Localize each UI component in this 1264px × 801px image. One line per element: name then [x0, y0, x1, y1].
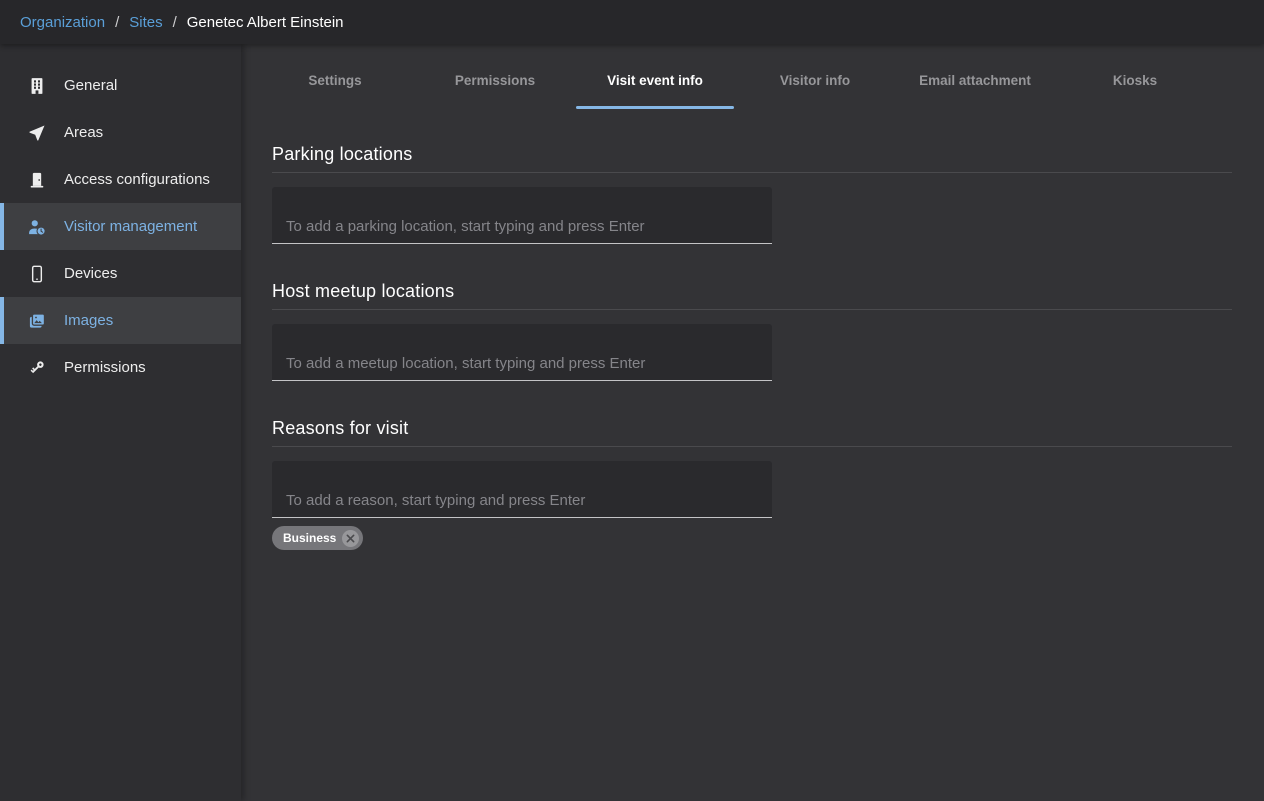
tab-label: Visit event info: [607, 73, 703, 88]
sidebar-item-label: Visitor management: [64, 218, 197, 235]
app-window: Organization / Sites / Genetec Albert Ei…: [0, 0, 1264, 801]
sidebar-item-label: General: [64, 77, 117, 94]
sidebar-item-label: Permissions: [64, 359, 146, 376]
tab-visit-event-info[interactable]: Visit event info: [575, 44, 735, 111]
sidebar-item-permissions[interactable]: Permissions: [0, 344, 241, 391]
chip-label: Business: [283, 531, 336, 545]
sidebar-item-images[interactable]: Images: [0, 297, 241, 344]
tab-permissions[interactable]: Permissions: [415, 44, 575, 111]
tab-label: Visitor info: [780, 73, 850, 88]
section-divider: [272, 172, 1232, 173]
breadcrumb: Organization / Sites / Genetec Albert Ei…: [0, 0, 1264, 44]
parking-location-input[interactable]: [272, 187, 772, 244]
breadcrumb-separator: /: [115, 14, 119, 31]
tab-label: Kiosks: [1113, 73, 1157, 88]
sidebar: General Areas Access configurations Visi…: [0, 44, 241, 801]
sidebar-item-visitor-management[interactable]: Visitor management: [0, 203, 241, 250]
tab-kiosks[interactable]: Kiosks: [1055, 44, 1215, 111]
meetup-location-input[interactable]: [272, 324, 772, 381]
tab-label: Settings: [308, 73, 361, 88]
reason-chip-list: Business: [272, 526, 1232, 550]
breadcrumb-link-organization[interactable]: Organization: [20, 14, 105, 31]
section-host-meetup-locations: Host meetup locations: [272, 281, 1232, 381]
sidebar-item-areas[interactable]: Areas: [0, 109, 241, 156]
section-title: Parking locations: [272, 144, 1232, 165]
breadcrumb-separator: /: [173, 14, 177, 31]
reason-input[interactable]: [272, 461, 772, 518]
tab-bar: Settings Permissions Visit event info Vi…: [241, 44, 1264, 111]
sidebar-item-label: Images: [64, 312, 113, 329]
breadcrumb-current-page: Genetec Albert Einstein: [187, 14, 344, 31]
section-title: Host meetup locations: [272, 281, 1232, 302]
main-content: Settings Permissions Visit event info Vi…: [241, 44, 1264, 801]
sidebar-item-general[interactable]: General: [0, 62, 241, 109]
section-reasons-for-visit: Reasons for visit Business: [272, 418, 1232, 550]
navigation-arrow-icon: [27, 123, 47, 143]
building-icon: [27, 76, 47, 96]
door-icon: [27, 170, 47, 190]
sidebar-item-access-configurations[interactable]: Access configurations: [0, 156, 241, 203]
tab-label: Email attachment: [919, 73, 1031, 88]
tab-panel-visit-event-info: Parking locations Host meetup locations …: [241, 111, 1264, 801]
breadcrumb-link-sites[interactable]: Sites: [129, 14, 162, 31]
close-icon: [346, 534, 355, 543]
sidebar-item-label: Areas: [64, 124, 103, 141]
sidebar-item-label: Access configurations: [64, 171, 210, 188]
section-parking-locations: Parking locations: [272, 144, 1232, 244]
tab-visitor-info[interactable]: Visitor info: [735, 44, 895, 111]
active-tab-underline: [576, 106, 734, 109]
chip-remove-button[interactable]: [342, 530, 359, 547]
tab-settings[interactable]: Settings: [255, 44, 415, 111]
tab-label: Permissions: [455, 73, 535, 88]
key-icon: [27, 358, 47, 378]
photo-stack-icon: [27, 311, 47, 331]
section-divider: [272, 309, 1232, 310]
tab-email-attachment[interactable]: Email attachment: [895, 44, 1055, 111]
sidebar-item-label: Devices: [64, 265, 117, 282]
visitor-person-clock-icon: [27, 217, 47, 237]
chip-business: Business: [272, 526, 363, 550]
sidebar-item-devices[interactable]: Devices: [0, 250, 241, 297]
smartphone-icon: [27, 264, 47, 284]
section-divider: [272, 446, 1232, 447]
section-title: Reasons for visit: [272, 418, 1232, 439]
